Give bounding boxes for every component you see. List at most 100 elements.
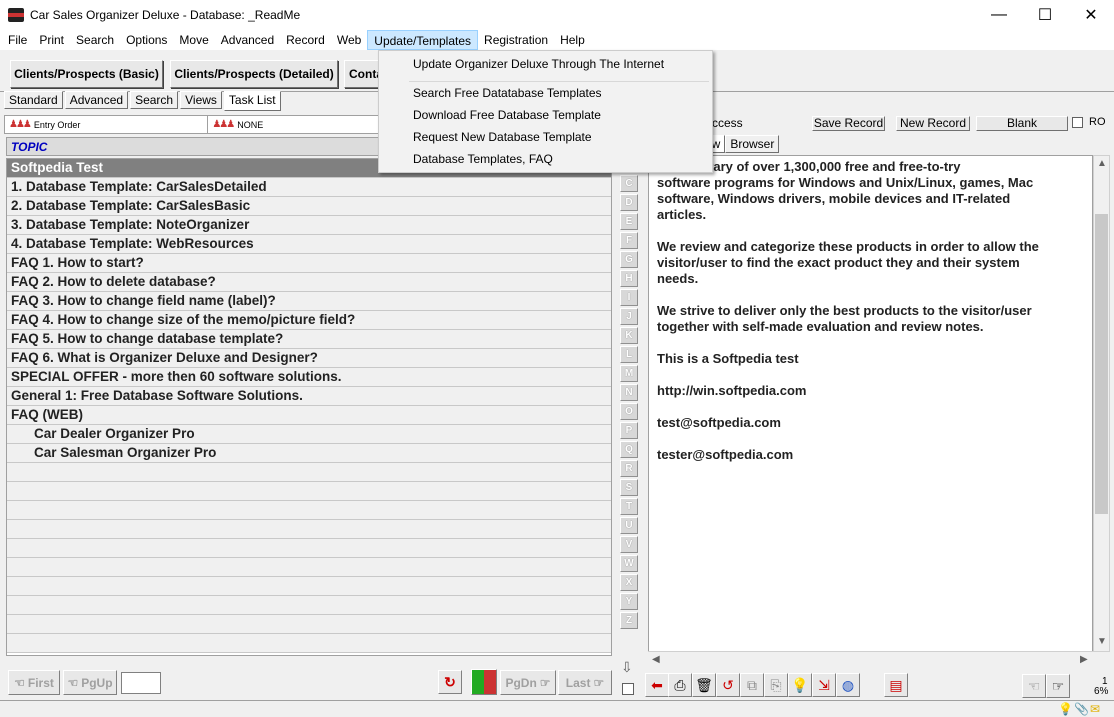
minimize-button[interactable]: — bbox=[976, 0, 1022, 30]
menu-move[interactable]: Move bbox=[173, 30, 214, 50]
pgdn-button[interactable]: PgDn ☞ bbox=[500, 670, 556, 695]
down-arrow-icon[interactable]: ⇩ bbox=[621, 659, 633, 676]
list-item[interactable]: FAQ 2. How to delete database? bbox=[7, 273, 611, 292]
letter-i[interactable]: I bbox=[620, 289, 638, 306]
menu-update-templates[interactable]: Update/Templates bbox=[367, 30, 479, 50]
maximize-button[interactable]: ☐ bbox=[1022, 0, 1068, 30]
letter-o[interactable]: O bbox=[620, 403, 638, 420]
scroll-left-icon[interactable]: ◀ bbox=[652, 654, 660, 665]
abc-sort-icon[interactable] bbox=[471, 669, 497, 695]
menu-advanced[interactable]: Advanced bbox=[215, 30, 280, 50]
menu-registration[interactable]: Registration bbox=[478, 30, 554, 50]
letter-d[interactable]: D bbox=[620, 194, 638, 211]
letter-x[interactable]: X bbox=[620, 574, 638, 591]
menu-search[interactable]: Search bbox=[70, 30, 120, 50]
tab-task-list[interactable]: Task List bbox=[223, 91, 281, 111]
list-item[interactable]: FAQ 3. How to change field name (label)? bbox=[7, 292, 611, 311]
letter-t[interactable]: T bbox=[620, 498, 638, 515]
list-item[interactable]: FAQ 4. How to change size of the memo/pi… bbox=[7, 311, 611, 330]
list-item[interactable]: FAQ 5. How to change database template? bbox=[7, 330, 611, 349]
menu-file[interactable]: File bbox=[2, 30, 33, 50]
list-item[interactable]: 4. Database Template: WebResources bbox=[7, 235, 611, 254]
menu-item-download-template[interactable]: Download Free Database Template bbox=[413, 104, 601, 126]
save-disk-icon[interactable]: ▤ bbox=[884, 673, 908, 697]
list-item[interactable]: Car Salesman Organizer Pro bbox=[7, 444, 611, 463]
letter-s[interactable]: S bbox=[620, 479, 638, 496]
last-button[interactable]: Last ☞ bbox=[558, 670, 612, 695]
letter-j[interactable]: J bbox=[620, 308, 638, 325]
letter-k[interactable]: K bbox=[620, 327, 638, 344]
letter-y[interactable]: Y bbox=[620, 593, 638, 610]
tab-advanced[interactable]: Advanced bbox=[64, 91, 129, 109]
list-item[interactable]: 1. Database Template: CarSalesDetailed bbox=[7, 178, 611, 197]
menu-web[interactable]: Web bbox=[331, 30, 367, 50]
refresh-icon[interactable]: ↻ bbox=[438, 670, 462, 694]
menu-record[interactable]: Record bbox=[280, 30, 331, 50]
first-button[interactable]: ☜ First bbox=[8, 670, 60, 695]
menu-item-search-templates[interactable]: Search Free Datatabase Templates bbox=[413, 82, 602, 104]
page-input[interactable] bbox=[121, 672, 161, 694]
copy-record-icon[interactable]: ⧉ bbox=[740, 673, 764, 697]
letter-v[interactable]: V bbox=[620, 536, 638, 553]
list-item[interactable]: FAQ 1. How to start? bbox=[7, 254, 611, 273]
bulb-icon[interactable]: 💡 bbox=[788, 673, 812, 697]
memo-horizontal-scrollbar[interactable]: ◀ ▶ bbox=[648, 651, 1093, 668]
list-item[interactable]: SPECIAL OFFER - more then 60 software so… bbox=[7, 368, 611, 387]
export-icon[interactable]: ⇲ bbox=[812, 673, 836, 697]
letter-p[interactable]: P bbox=[620, 422, 638, 439]
list-item[interactable]: 2. Database Template: CarSalesBasic bbox=[7, 197, 611, 216]
letter-z[interactable]: Z bbox=[620, 612, 638, 629]
paste-record-icon[interactable]: ⎘ bbox=[764, 673, 788, 697]
letter-w[interactable]: W bbox=[620, 555, 638, 572]
menu-item-update-organizer[interactable]: Update Organizer Deluxe Through The Inte… bbox=[413, 53, 664, 75]
letter-l[interactable]: L bbox=[620, 346, 638, 363]
list-item[interactable]: FAQ (WEB) bbox=[7, 406, 611, 425]
tab-search[interactable]: Search bbox=[130, 91, 179, 109]
close-button[interactable]: ✕ bbox=[1068, 0, 1114, 30]
menu-help[interactable]: Help bbox=[554, 30, 591, 50]
letter-m[interactable]: M bbox=[620, 365, 638, 382]
globe-icon[interactable]: ◍ bbox=[836, 673, 860, 697]
letter-n[interactable]: N bbox=[620, 384, 638, 401]
undo-icon[interactable]: ↺ bbox=[716, 673, 740, 697]
tab-views[interactable]: Views bbox=[180, 91, 222, 109]
read-only-checkbox[interactable] bbox=[1072, 117, 1083, 128]
scroll-thumb[interactable] bbox=[1095, 214, 1108, 514]
hand-left-icon[interactable]: ☜ bbox=[1022, 674, 1046, 698]
trash-icon[interactable]: 🗑 bbox=[692, 673, 716, 697]
letter-g[interactable]: G bbox=[620, 251, 638, 268]
hand-right-icon[interactable]: ☞ bbox=[1046, 674, 1070, 698]
clients-detailed-button[interactable]: Clients/Prospects (Detailed) bbox=[170, 60, 338, 88]
menu-item-templates-faq[interactable]: Database Templates, FAQ bbox=[413, 148, 553, 170]
letter-r[interactable]: R bbox=[620, 460, 638, 477]
letter-u[interactable]: U bbox=[620, 517, 638, 534]
memo-field[interactable]: a is a library of over 1,300,000 free an… bbox=[648, 155, 1093, 652]
menu-item-request-template[interactable]: Request New Database Template bbox=[413, 126, 592, 148]
letter-h[interactable]: H bbox=[620, 270, 638, 287]
list-item[interactable]: General 1: Free Database Software Soluti… bbox=[7, 387, 611, 406]
scroll-down-icon[interactable]: ▼ bbox=[1097, 636, 1107, 647]
splitter-checkbox[interactable] bbox=[622, 683, 634, 695]
memo-vertical-scrollbar[interactable]: ▲ ▼ bbox=[1093, 155, 1110, 652]
list-item[interactable]: FAQ 6. What is Organizer Deluxe and Desi… bbox=[7, 349, 611, 368]
sort-primary[interactable]: ♟♟♟ Entry Order bbox=[5, 116, 209, 133]
clients-basic-button[interactable]: Clients/Prospects (Basic) bbox=[10, 60, 163, 88]
tab-browser[interactable]: Browser bbox=[725, 135, 780, 153]
back-arrow-icon[interactable]: ⬅ bbox=[645, 673, 669, 697]
list-item[interactable]: Car Dealer Organizer Pro bbox=[7, 425, 611, 444]
save-record-button[interactable]: Save Record bbox=[812, 116, 885, 131]
letter-e[interactable]: E bbox=[620, 213, 638, 230]
menu-options[interactable]: Options bbox=[120, 30, 173, 50]
letter-q[interactable]: Q bbox=[620, 441, 638, 458]
pgup-button[interactable]: ☜ PgUp bbox=[63, 670, 117, 695]
scroll-up-icon[interactable]: ▲ bbox=[1097, 158, 1107, 169]
blank-button[interactable]: Blank bbox=[976, 116, 1068, 131]
scroll-right-icon[interactable]: ▶ bbox=[1080, 654, 1088, 665]
print-icon[interactable]: ⎙ bbox=[668, 673, 692, 697]
new-record-button[interactable]: New Record bbox=[896, 116, 970, 131]
tab-standard[interactable]: Standard bbox=[4, 91, 63, 109]
list-item[interactable]: 3. Database Template: NoteOrganizer bbox=[7, 216, 611, 235]
menu-print[interactable]: Print bbox=[33, 30, 70, 50]
letter-f[interactable]: F bbox=[620, 232, 638, 249]
letter-c[interactable]: C bbox=[620, 175, 638, 192]
